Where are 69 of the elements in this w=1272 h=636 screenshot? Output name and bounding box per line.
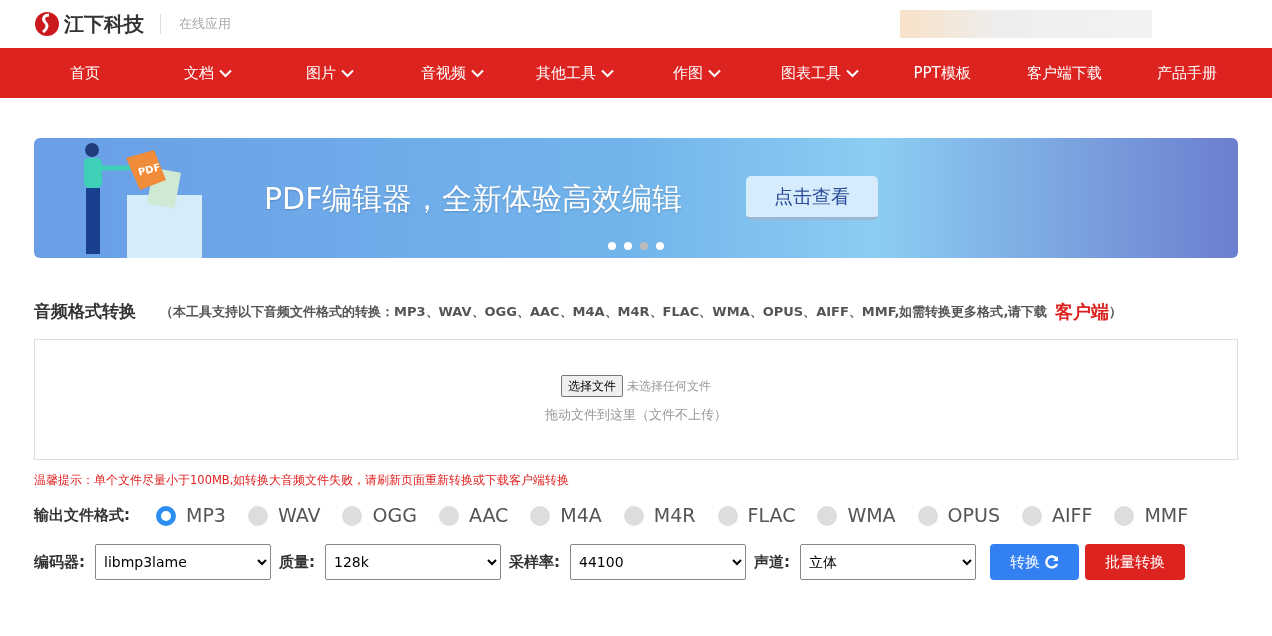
setting-select[interactable]: 立体: [800, 544, 976, 580]
refresh-icon: [1044, 555, 1059, 570]
logo-icon: [34, 11, 60, 37]
nav-link[interactable]: 图表工具: [758, 61, 881, 85]
format-option: MMF: [1144, 501, 1189, 530]
setting-select[interactable]: libmp3lame: [95, 544, 271, 580]
format-option: WAV: [277, 501, 321, 530]
site-subtitle: 在线应用: [160, 14, 231, 34]
format-option: OGG: [372, 501, 417, 530]
radio-button[interactable]: [817, 505, 838, 526]
chevron-down-icon: [600, 68, 614, 78]
nav-link[interactable]: 首页: [24, 61, 147, 85]
radio-button[interactable]: [156, 505, 176, 526]
description-end: ）: [1109, 302, 1123, 319]
nav-link[interactable]: 作图: [636, 61, 759, 85]
file-status: 未选择任何文件: [627, 377, 711, 395]
nav-link[interactable]: PPT模板: [880, 61, 1004, 85]
nav-link[interactable]: 客户端下载: [1003, 61, 1126, 85]
upload-hint: 拖动文件到这里（文件不上传）: [545, 405, 727, 424]
nav-link[interactable]: 文档: [146, 61, 269, 85]
nav-link[interactable]: 音视频: [391, 61, 514, 85]
setting-label: 声道:: [754, 551, 790, 573]
setting-select[interactable]: 128k: [325, 544, 501, 580]
radio-button[interactable]: [342, 505, 363, 526]
nav-link[interactable]: 其他工具: [513, 61, 637, 85]
warning-text: 温馨提示：单个文件尽量小于100MB,如转换大音频文件失败，请刷新页面重新转换或下载客户端转换: [34, 472, 571, 489]
radio-button[interactable]: [438, 505, 459, 526]
upload-area[interactable]: 选择文件 未选择任何文件 拖动文件到这里（文件不上传）: [34, 339, 1238, 460]
chevron-down-icon: [708, 68, 722, 78]
chevron-down-icon: [218, 68, 232, 78]
client-link[interactable]: 客户端: [1055, 298, 1110, 325]
radio-button[interactable]: [1022, 505, 1042, 526]
radio-button[interactable]: [917, 505, 938, 526]
carousel-dot[interactable]: [624, 242, 632, 250]
setting-select[interactable]: 44100: [570, 544, 746, 580]
action-button[interactable]: 批量转换: [1084, 543, 1185, 581]
format-option: WMA: [847, 501, 896, 530]
radio-button[interactable]: [247, 505, 268, 526]
format-option: FLAC: [747, 501, 796, 530]
nav-link[interactable]: 产品手册: [1125, 61, 1249, 85]
radio-button[interactable]: [623, 505, 644, 526]
radio-button[interactable]: [1114, 505, 1135, 526]
format-option: AIFF: [1052, 501, 1093, 530]
banner-button[interactable]: 点击查看: [746, 176, 879, 220]
output-format-label: 输出文件格式:: [34, 505, 130, 527]
action-button[interactable]: 转换: [990, 543, 1079, 581]
setting-label: 采样率:: [509, 551, 560, 573]
chevron-down-icon: [470, 68, 484, 78]
radio-button[interactable]: [717, 505, 738, 526]
radio-button[interactable]: [530, 505, 551, 526]
setting-label: 质量:: [279, 551, 315, 573]
format-option: M4R: [653, 501, 696, 530]
carousel-dot[interactable]: [608, 242, 616, 250]
document-label: PDF: [136, 160, 163, 180]
chevron-down-icon: [845, 68, 859, 78]
brand-name: 江下科技: [64, 11, 144, 38]
nav-link[interactable]: 图片: [268, 61, 392, 85]
carousel-dot[interactable]: [656, 242, 664, 250]
chevron-down-icon: [340, 68, 354, 78]
tool-title: 音频格式转换: [34, 299, 136, 323]
tool-description: （本工具支持以下音频文件格式的转换：MP3、WAV、OGG、AAC、M4A、M4R、FLAC、WMA、OPUS、AIFF、MMF,如需转换更多格式,请下载: [160, 302, 1048, 321]
carousel-dot[interactable]: [640, 242, 648, 250]
banner-headline: PDF编辑器，全新体验高效编辑: [264, 179, 683, 218]
format-option: AAC: [468, 501, 509, 530]
choose-file-button[interactable]: 选择文件: [561, 374, 623, 397]
setting-label: 编码器:: [34, 551, 85, 573]
format-option: OPUS: [947, 501, 1000, 530]
format-option: M4A: [560, 501, 602, 530]
format-option: MP3: [186, 501, 226, 530]
